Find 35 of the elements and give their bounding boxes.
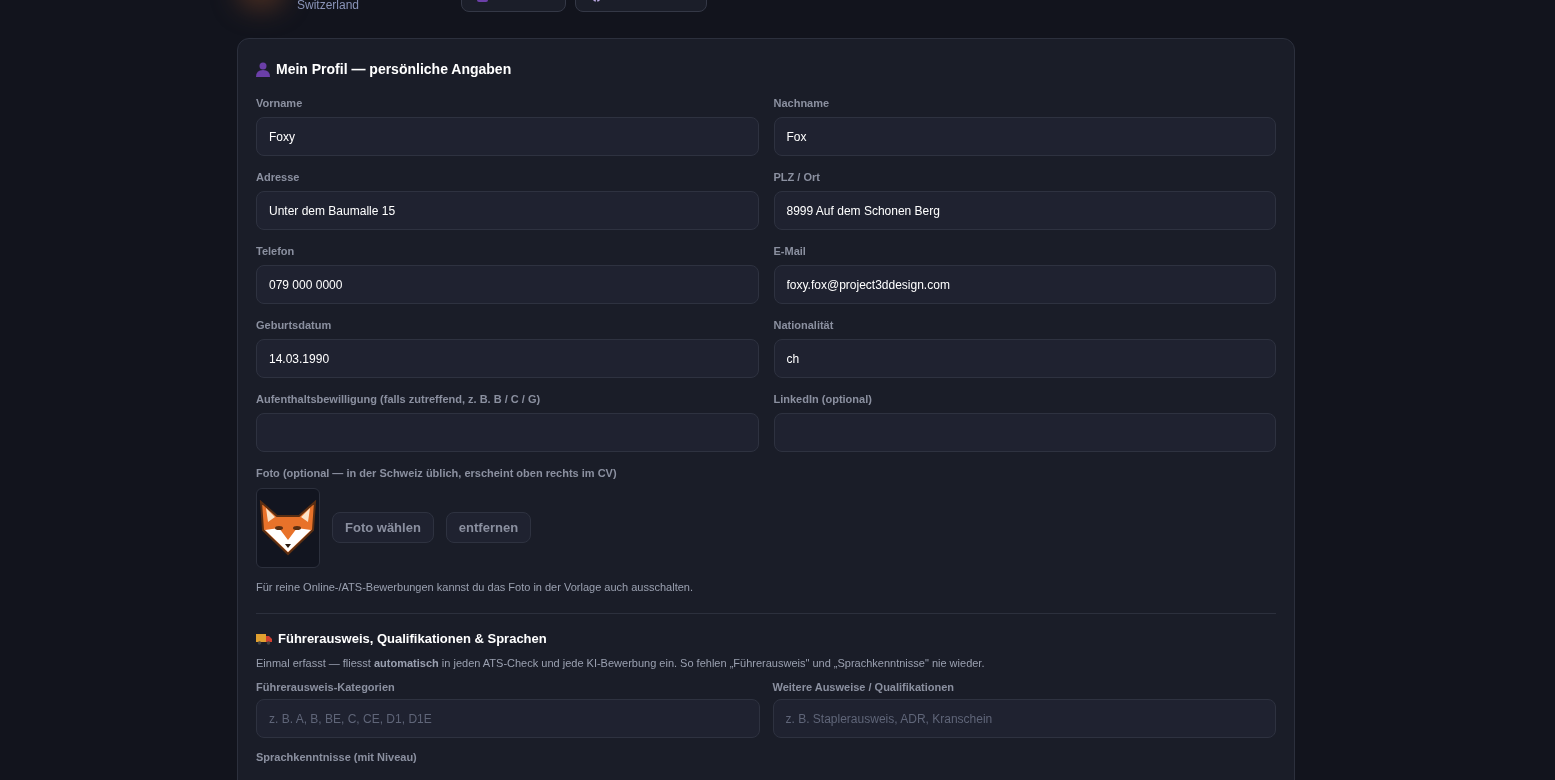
input-field[interactable]: 8999 Auf dem Schonen Berg xyxy=(773,191,1276,230)
field-label: Telefon xyxy=(256,244,296,257)
choose-photo-button[interactable]: Foto wählen xyxy=(332,512,434,543)
field-label: Vorname xyxy=(256,96,304,109)
field-label: Geburtsdatum xyxy=(256,318,333,331)
field-label: Aufenthaltsbewilligung (falls zutreffend, z. B. B / C / G) xyxy=(256,392,542,405)
field-label: Weitere Ausweise / Qualifikationen xyxy=(772,680,956,693)
truck-icon xyxy=(256,632,272,645)
remove-photo-button[interactable]: entfernen xyxy=(445,512,532,543)
section-title: Führerausweis, Qualifikationen & Sprachen xyxy=(278,630,547,648)
section-title: Mein Profil — persönliche Angaben xyxy=(276,60,512,79)
input-field[interactable]: ch xyxy=(773,339,1276,378)
hint-text: Für reine Online-/ATS-Bewerbungen kannst du das Foto in der Vorlage auch ausschalten. xyxy=(256,579,694,595)
field-label: E-Mail xyxy=(773,244,807,257)
field-label: Foto (optional — in der Schweiz üblich, erscheint oben rechts im CV) xyxy=(256,466,618,481)
person-icon xyxy=(256,62,270,77)
input-field[interactable]: z. B. Staplerausweis, ADR, Kranschein xyxy=(772,699,1276,738)
field-label: Führerausweis-Kategorien xyxy=(256,680,396,693)
input-field[interactable]: Foxy xyxy=(256,117,759,156)
input-field[interactable] xyxy=(256,413,759,452)
location-text: Switzerland xyxy=(297,0,360,14)
section-description: Einmal erfasst — fliesst automatisch in jeden ATS-Check und jede KI-Bewerbung ein. So fehlen „Führerausweis" und „Sprachkenntnisse" nie wieder. xyxy=(256,655,986,671)
field-label: LinkedIn (optional) xyxy=(773,392,873,405)
field-label: Nachname xyxy=(773,96,831,109)
input-field[interactable] xyxy=(773,413,1276,452)
input-field[interactable]: Fox xyxy=(773,117,1276,156)
field-label: PLZ / Ort xyxy=(773,170,821,183)
field-label: Sprachkenntnisse (mit Niveau) xyxy=(256,750,418,764)
input-field[interactable]: 079 000 0000 xyxy=(256,265,759,304)
field-label: Adresse xyxy=(256,170,301,183)
field-label: Nationalität xyxy=(773,318,835,331)
input-field[interactable]: Unter dem Baumalle 15 xyxy=(256,191,759,230)
input-field[interactable]: foxy.fox@project3ddesign.com xyxy=(773,265,1276,304)
input-field[interactable]: 14.03.1990 xyxy=(256,339,759,378)
input-field[interactable]: z. B. A, B, BE, C, CE, D1, D1E xyxy=(256,699,760,738)
